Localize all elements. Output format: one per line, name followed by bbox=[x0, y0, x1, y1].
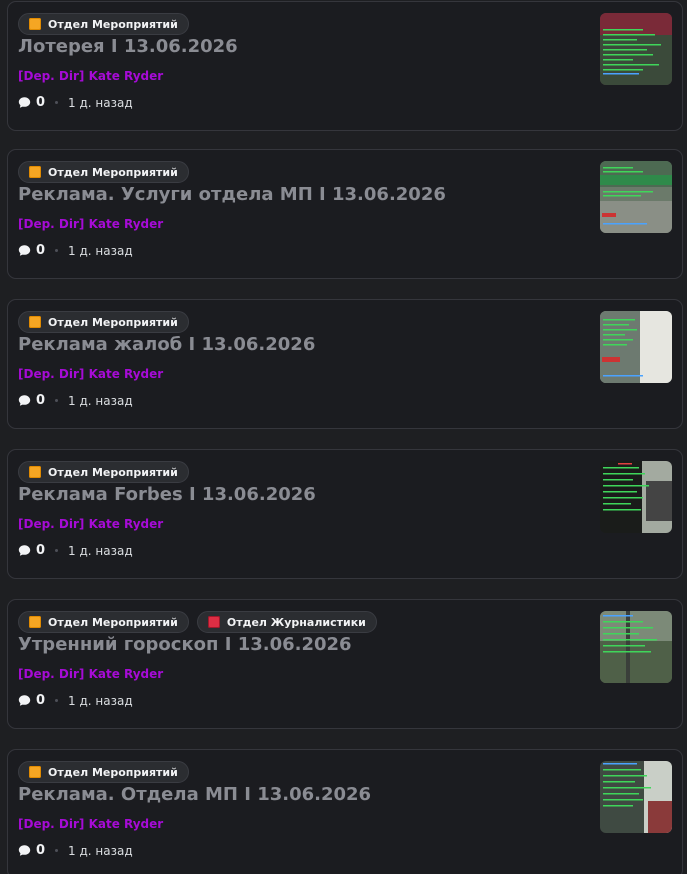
separator-dot bbox=[55, 849, 59, 852]
separator-dot bbox=[55, 699, 59, 702]
separator-dot bbox=[55, 101, 59, 104]
speech-bubble-icon bbox=[18, 695, 31, 706]
post-author[interactable]: [Dep. Dir] Kate Ryder bbox=[18, 69, 163, 83]
tag-label: Отдел Мероприятий bbox=[48, 17, 178, 31]
post-meta: 0 1 д. назад bbox=[18, 843, 133, 858]
post-tags: Отдел Мероприятий bbox=[18, 461, 189, 483]
post-time: 1 д. назад bbox=[68, 693, 133, 708]
post-title[interactable]: Реклама. Услуги отдела МП I 13.06.2026 bbox=[18, 184, 446, 205]
post-author[interactable]: [Dep. Dir] Kate Ryder bbox=[18, 817, 163, 831]
post-meta: 0 1 д. назад bbox=[18, 243, 133, 258]
post-tags: Отдел Мероприятий bbox=[18, 161, 189, 183]
tag-events[interactable]: Отдел Мероприятий bbox=[18, 13, 189, 35]
post-meta: 0 1 д. назад bbox=[18, 393, 133, 408]
speech-bubble-icon bbox=[18, 395, 31, 406]
speech-bubble-icon bbox=[18, 545, 31, 556]
speech-bubble-icon bbox=[18, 97, 31, 108]
tag-label: Отдел Мероприятий bbox=[48, 765, 178, 779]
thumbnail-image bbox=[600, 13, 672, 85]
post-author[interactable]: [Dep. Dir] Kate Ryder bbox=[18, 367, 163, 381]
separator-dot bbox=[55, 249, 59, 252]
thumbnail-image bbox=[600, 611, 672, 683]
orange-square-icon bbox=[29, 766, 41, 778]
post-thumbnail[interactable] bbox=[600, 161, 672, 233]
orange-square-icon bbox=[29, 316, 41, 328]
separator-dot bbox=[55, 399, 59, 402]
post-tags: Отдел Мероприятий Отдел Журналистики bbox=[18, 611, 377, 633]
tag-events[interactable]: Отдел Мероприятий bbox=[18, 611, 189, 633]
tag-label: Отдел Мероприятий bbox=[48, 315, 178, 329]
forum-post-card[interactable]: Отдел Мероприятий Реклама жалоб I 13.06.… bbox=[7, 299, 683, 429]
post-thumbnail[interactable] bbox=[600, 311, 672, 383]
thumbnail-image bbox=[600, 311, 672, 383]
orange-square-icon bbox=[29, 616, 41, 628]
post-author[interactable]: [Dep. Dir] Kate Ryder bbox=[18, 517, 163, 531]
thumbnail-image bbox=[600, 161, 672, 233]
post-title[interactable]: Реклама жалоб I 13.06.2026 bbox=[18, 334, 315, 355]
post-meta: 0 1 д. назад bbox=[18, 543, 133, 558]
reply-count: 0 bbox=[36, 243, 46, 258]
speech-bubble-icon bbox=[18, 245, 31, 256]
post-meta: 0 1 д. назад bbox=[18, 693, 133, 708]
post-time: 1 д. назад bbox=[68, 393, 133, 408]
post-thumbnail[interactable] bbox=[600, 461, 672, 533]
post-tags: Отдел Мероприятий bbox=[18, 13, 189, 35]
post-time: 1 д. назад bbox=[68, 843, 133, 858]
tag-events[interactable]: Отдел Мероприятий bbox=[18, 761, 189, 783]
post-author[interactable]: [Dep. Dir] Kate Ryder bbox=[18, 667, 163, 681]
thumbnail-image bbox=[600, 761, 672, 833]
forum-post-list: Отдел Мероприятий Лотерея I 13.06.2026 [… bbox=[0, 0, 687, 874]
forum-post-card[interactable]: Отдел Мероприятий Отдел Журналистики Утр… bbox=[7, 599, 683, 729]
forum-post-card[interactable]: Отдел Мероприятий Реклама Forbes I 13.06… bbox=[7, 449, 683, 579]
reply-count: 0 bbox=[36, 393, 46, 408]
red-book-icon bbox=[207, 616, 220, 628]
orange-square-icon bbox=[29, 166, 41, 178]
reply-count: 0 bbox=[36, 693, 46, 708]
post-tags: Отдел Мероприятий bbox=[18, 311, 189, 333]
tag-label: Отдел Мероприятий bbox=[48, 165, 178, 179]
post-time: 1 д. назад bbox=[68, 95, 133, 110]
post-time: 1 д. назад bbox=[68, 543, 133, 558]
post-title[interactable]: Лотерея I 13.06.2026 bbox=[18, 36, 238, 57]
forum-post-card[interactable]: Отдел Мероприятий Реклама. Услуги отдела… bbox=[7, 149, 683, 279]
orange-square-icon bbox=[29, 466, 41, 478]
reply-count: 0 bbox=[36, 543, 46, 558]
post-title[interactable]: Утренний гороскоп I 13.06.2026 bbox=[18, 634, 352, 655]
tag-label: Отдел Мероприятий bbox=[48, 615, 178, 629]
post-author[interactable]: [Dep. Dir] Kate Ryder bbox=[18, 217, 163, 231]
tag-label: Отдел Журналистики bbox=[226, 615, 366, 629]
speech-bubble-icon bbox=[18, 845, 31, 856]
forum-post-card[interactable]: Отдел Мероприятий Лотерея I 13.06.2026 [… bbox=[7, 1, 683, 131]
tag-events[interactable]: Отдел Мероприятий bbox=[18, 311, 189, 333]
forum-post-card[interactable]: Отдел Мероприятий Реклама. Отдела МП I 1… bbox=[7, 749, 683, 874]
separator-dot bbox=[55, 549, 59, 552]
thumbnail-image bbox=[600, 461, 672, 533]
tag-label: Отдел Мероприятий bbox=[48, 465, 178, 479]
post-thumbnail[interactable] bbox=[600, 13, 672, 85]
tag-journalism[interactable]: Отдел Журналистики bbox=[196, 611, 377, 633]
post-tags: Отдел Мероприятий bbox=[18, 761, 189, 783]
post-title[interactable]: Реклама. Отдела МП I 13.06.2026 bbox=[18, 784, 371, 805]
orange-square-icon bbox=[29, 18, 41, 30]
reply-count: 0 bbox=[36, 95, 46, 110]
post-title[interactable]: Реклама Forbes I 13.06.2026 bbox=[18, 484, 316, 505]
post-thumbnail[interactable] bbox=[600, 761, 672, 833]
post-thumbnail[interactable] bbox=[600, 611, 672, 683]
reply-count: 0 bbox=[36, 843, 46, 858]
tag-events[interactable]: Отдел Мероприятий bbox=[18, 161, 189, 183]
tag-events[interactable]: Отдел Мероприятий bbox=[18, 461, 189, 483]
post-meta: 0 1 д. назад bbox=[18, 95, 133, 110]
post-time: 1 д. назад bbox=[68, 243, 133, 258]
